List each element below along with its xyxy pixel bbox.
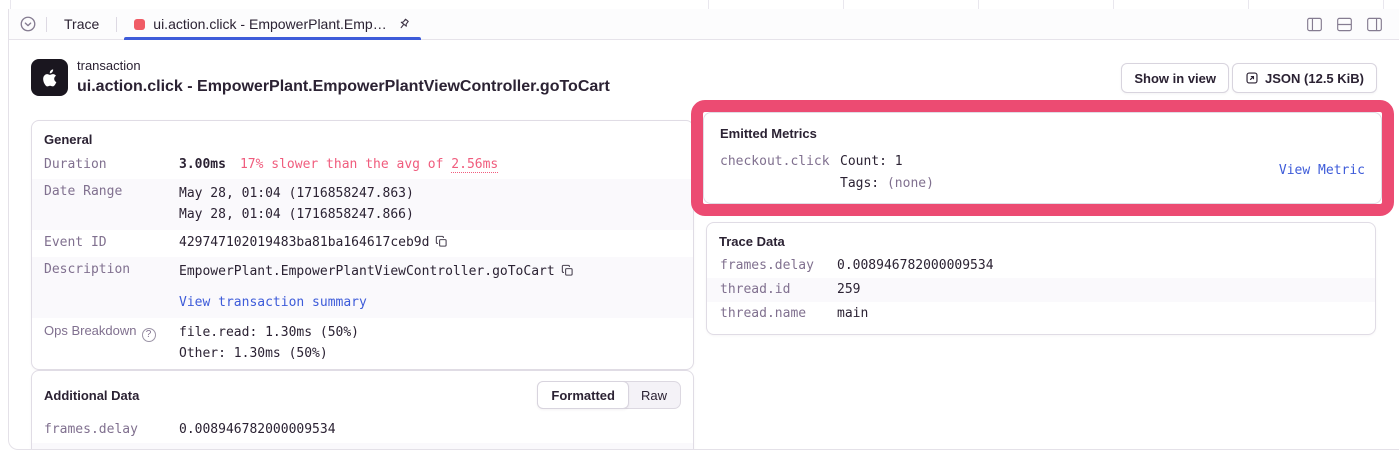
copy-icon [561,264,574,277]
avg-duration-value: 2.56ms [451,157,498,173]
gridline [1383,0,1384,9]
collapse-drawer-button[interactable] [17,13,39,35]
emitted-metrics-section: Emitted Metrics checkout.click Count: 1 … [703,112,1382,204]
layout-right-icon [1366,17,1383,32]
view-transaction-summary-link[interactable]: View transaction summary [179,295,367,310]
raw-toggle-button[interactable]: Raw [628,382,680,408]
trace-row-thread-name: thread.name main [707,302,1375,326]
copy-icon [435,235,448,248]
tab-trace-label: Trace [64,16,99,32]
tab-trace[interactable]: Trace [54,9,109,39]
trace-data-section: Trace Data frames.delay 0.00894678200000… [706,222,1376,335]
gridline [1248,0,1249,9]
row-key: Date Range [44,183,179,225]
row-key: thread.id [720,281,837,299]
additional-row-frames-delay: frames.delay 0.008946782000009534 [32,417,693,443]
metric-tags-value: (none) [887,176,934,191]
additional-data-title: Additional Data [44,388,139,403]
general-row-description: Description EmpowerPlant.EmpowerPlantVie… [32,257,693,318]
ops-breakdown-file-read: file.read: 1.30ms (50%) [179,322,681,343]
metric-tags-label: Tags: [840,176,887,191]
row-key: Event ID [44,234,179,252]
annotation-highlight: Emitted Metrics checkout.click Count: 1 … [691,100,1394,216]
row-value: 259 [837,281,1362,299]
gridline [1113,0,1114,9]
additional-data-section: Additional Data Formatted Raw frames.del… [31,370,694,450]
duration-value: 3.00ms [179,157,226,172]
row-key: Description [44,261,179,313]
metric-name: checkout.click [720,151,840,195]
layout-drawer-bottom-button[interactable] [1334,15,1355,34]
formatted-toggle-button[interactable]: Formatted [537,381,629,409]
layout-left-icon [1306,17,1323,32]
transaction-badge [134,19,145,30]
format-toggle: Formatted Raw [537,381,681,409]
date-range-end: May 28, 01:04 (1716858247.866) [179,204,681,225]
layout-toggle-group [1304,15,1385,34]
emitted-metrics-title: Emitted Metrics [704,113,1381,149]
help-icon[interactable]: ? [142,328,156,342]
divider [46,17,47,32]
row-key: thread.name [720,305,837,323]
trace-data-title: Trace Data [707,223,1375,254]
general-title: General [32,121,693,152]
json-button-label: JSON (12.5 KiB) [1265,71,1364,86]
row-value: 259 [179,447,681,450]
page-title: ui.action.click - EmpowerPlant.EmpowerPl… [77,76,610,97]
additional-row-thread-id: thread.id 259 [32,443,693,450]
chevron-down-circle-icon [19,15,37,33]
row-key: thread.id [44,447,179,450]
general-row-date-range: Date Range May 28, 01:04 (1716858247.863… [32,179,693,230]
gridline [843,0,844,9]
external-link-icon [1245,71,1259,85]
duration-note-text: 17% slower than the avg of [240,157,451,172]
description-value: EmpowerPlant.EmpowerPlantViewController.… [179,264,555,279]
pin-icon[interactable] [394,14,414,34]
show-in-view-label: Show in view [1134,71,1216,86]
trace-row-frames-delay: frames.delay 0.008946782000009534 [707,254,1375,278]
trace-row-thread-id: thread.id 259 [707,278,1375,302]
divider [116,17,117,32]
general-row-duration: Duration 3.00ms 17% slower than the avg o… [32,152,693,179]
event-id-value: 429747102019483ba81ba164617ceb9d [179,235,429,250]
trace-drawer-panel: Trace ui.action.click - EmpowerPlant.Emp… [8,9,1399,450]
show-in-view-button[interactable]: Show in view [1121,63,1229,93]
general-row-ops-breakdown: Ops Breakdown? file.read: 1.30ms (50%) O… [32,318,693,369]
general-section: General Duration 3.00ms 17% slower than t… [31,120,694,370]
row-key: Ops Breakdown? [44,322,179,364]
drawer-tab-bar: Trace ui.action.click - EmpowerPlant.Emp… [9,9,1399,40]
tab-transaction-label: ui.action.click - EmpowerPlant.Emp… [153,16,386,32]
row-value: 0.008946782000009534 [179,421,681,439]
gridline [708,0,709,9]
json-download-button[interactable]: JSON (12.5 KiB) [1232,63,1377,93]
date-range-start: May 28, 01:04 (1716858247.863) [179,183,681,204]
layout-bottom-icon [1336,17,1353,32]
view-metric-link[interactable]: View Metric [1279,163,1365,178]
layout-sidebar-right-button[interactable] [1364,15,1385,34]
layout-sidebar-left-button[interactable] [1304,15,1325,34]
metric-tags: Tags: (none) [840,173,934,195]
row-key: frames.delay [44,421,179,439]
row-value: 0.008946782000009534 [837,257,1362,275]
duration-comparison: 17% slower than the avg of 2.56ms [240,157,498,172]
row-key: frames.delay [720,257,837,275]
general-row-event-id: Event ID 429747102019483ba81ba164617ceb9… [32,230,693,257]
row-value: main [837,305,1362,323]
event-type-label: transaction [77,57,141,74]
gridline [978,0,979,9]
copy-event-id-button[interactable] [435,235,448,248]
trace-waterfall-strip [0,0,1400,9]
ops-breakdown-other: Other: 1.30ms (50%) [179,343,681,364]
metric-count: Count: 1 [840,151,934,173]
gridline [10,0,11,9]
tab-transaction[interactable]: ui.action.click - EmpowerPlant.Emp… [124,9,420,39]
ops-breakdown-label: Ops Breakdown [44,323,137,338]
apple-logo-icon [39,67,61,89]
platform-icon-apple [31,59,68,96]
row-key: Duration [44,156,179,174]
copy-description-button[interactable] [561,264,574,277]
